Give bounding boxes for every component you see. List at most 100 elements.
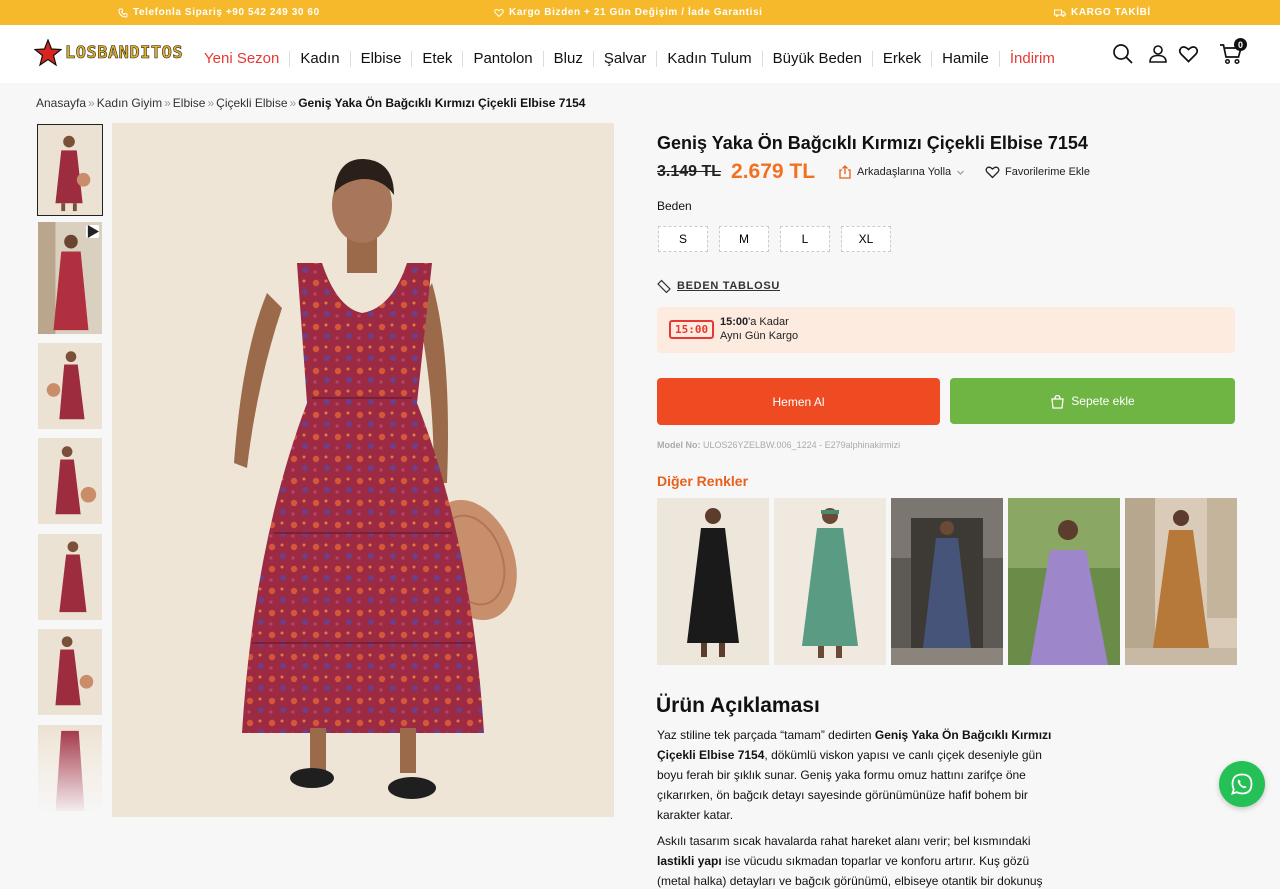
size-chart-label: BEDEN TABLOSU	[677, 280, 781, 292]
size-options: S M L XL	[658, 226, 891, 252]
breadcrumb-item-floral-dress[interactable]: Çiçekli Elbise	[216, 96, 287, 110]
add-to-cart-label: Sepete ekle	[1071, 394, 1135, 408]
nav-item-kadin[interactable]: Kadın	[290, 51, 351, 67]
color-variant-lilac[interactable]	[1008, 498, 1120, 665]
breadcrumb-separator: »	[164, 96, 171, 110]
search-icon[interactable]	[1112, 43, 1134, 70]
color-variant-green[interactable]	[774, 498, 886, 665]
shipping-guarantee-text: Kargo Bizden + 21 Gün Değişim / İade Gar…	[509, 7, 763, 18]
header-actions: 0	[1112, 38, 1247, 70]
description-paragraph-1: Yaz stiline tek parçada “tamam” dedirten…	[657, 725, 1062, 825]
description-bold-text: lastikli yapı	[657, 854, 722, 868]
description-text: Yaz stiline tek parçada “tamam” dedirten	[657, 728, 875, 742]
heart-outline-icon	[494, 8, 504, 17]
nav-item-salvar[interactable]: Şalvar	[594, 51, 658, 67]
share-icon	[839, 165, 851, 179]
color-variant-black[interactable]	[657, 498, 769, 665]
size-option-xl[interactable]: XL	[841, 226, 891, 252]
main-header: LOSBANDITOS Yeni Sezon Kadın Elbise Etek…	[0, 25, 1280, 83]
color-variant-navy[interactable]	[891, 498, 1003, 665]
buy-now-button[interactable]: Hemen Al	[657, 378, 940, 425]
whatsapp-chat-button[interactable]	[1219, 761, 1265, 807]
thumbnail-4[interactable]	[37, 437, 103, 525]
thumbnail-3[interactable]	[37, 342, 103, 430]
add-to-cart-button[interactable]: Sepete ekle	[950, 378, 1235, 424]
breadcrumb-current: Geniş Yaka Ön Bağcıklı Kırmızı Çiçekli E…	[298, 96, 586, 110]
share-label: Arkadaşlarına Yolla	[857, 166, 952, 178]
breadcrumb: Anasayfa» Kadın Giyim» Elbise» Çiçekli Elbi…	[36, 96, 585, 110]
cargo-tracking-text: KARGO TAKİBİ	[1071, 7, 1151, 18]
nav-item-buyuk-beden[interactable]: Büyük Beden	[763, 51, 873, 67]
site-logo[interactable]: LOSBANDITOS	[34, 39, 183, 67]
shopping-bag-icon	[1051, 394, 1065, 409]
top-announcement-bar: Telefonla Sipariş +90 542 249 30 60 Karg…	[0, 0, 1280, 25]
description-paragraph-2: Askılı tasarım sıcak havalarda rahat har…	[657, 831, 1062, 889]
video-play-icon	[86, 225, 99, 238]
chevron-down-icon	[957, 170, 965, 175]
nav-item-erkek[interactable]: Erkek	[873, 51, 933, 67]
size-option-s[interactable]: S	[658, 226, 708, 252]
main-navigation: Yeni Sezon Kadın Elbise Etek Pantolon Bl…	[194, 51, 1065, 67]
clock-time-badge: 15:00	[669, 320, 715, 339]
truck-icon	[1054, 9, 1066, 17]
nav-item-bluz[interactable]: Bluz	[544, 51, 594, 67]
thumbnail-2-video[interactable]	[37, 221, 103, 335]
nav-item-pantolon[interactable]: Pantolon	[463, 51, 544, 67]
same-day-shipping-text: Aynı Gün Kargo	[720, 330, 799, 342]
thumbnail-1[interactable]	[37, 124, 103, 216]
nav-item-indirim[interactable]: İndirim	[1000, 51, 1065, 67]
delivery-cutoff-suffix: 'a Kadar	[748, 316, 789, 328]
delivery-cutoff-time: 15:00	[720, 316, 749, 328]
shipping-guarantee-info: Kargo Bizden + 21 Gün Değişim / İade Gar…	[494, 7, 763, 18]
user-icon[interactable]	[1148, 44, 1168, 69]
color-variant-mustard[interactable]	[1125, 498, 1237, 665]
whatsapp-icon	[1231, 773, 1253, 795]
old-price: 3.149 TL	[657, 163, 722, 180]
same-day-shipping-banner: 15:00 15:00'a Kadar Aynı Gün Kargo	[657, 307, 1235, 353]
size-option-m[interactable]: M	[719, 226, 769, 252]
nav-item-hamile[interactable]: Hamile	[932, 51, 1000, 67]
product-description-heading: Ürün Açıklaması	[656, 694, 820, 717]
model-number-value: ULOS26YZELBW.006_1224 - E279alphinakirmi…	[703, 440, 901, 450]
breadcrumb-item-home[interactable]: Anasayfa	[36, 96, 86, 110]
thumbnail-5[interactable]	[37, 533, 103, 621]
heart-icon	[985, 166, 1000, 179]
size-option-l[interactable]: L	[780, 226, 830, 252]
current-price: 2.679 TL	[731, 160, 816, 183]
model-number-label: Model No:	[657, 440, 701, 450]
thumbnail-6[interactable]	[37, 628, 103, 716]
price-row: 3.149 TL 2.679 TL	[657, 160, 815, 184]
model-number: Model No: ULOS26YZELBW.006_1224 - E279al…	[657, 440, 900, 450]
size-chart-link[interactable]: BEDEN TABLOSU	[657, 279, 780, 293]
product-title: Geniş Yaka Ön Bağcıklı Kırmızı Çiçekli E…	[657, 133, 1088, 153]
heart-icon[interactable]	[1178, 44, 1199, 69]
nav-item-kadin-tulum[interactable]: Kadın Tulum	[657, 51, 763, 67]
phone-order-info[interactable]: Telefonla Sipariş +90 542 249 30 60	[118, 7, 320, 18]
ruler-icon	[657, 279, 671, 293]
logo-text: LOSBANDITOS	[65, 43, 184, 64]
breadcrumb-separator: »	[289, 96, 297, 110]
breadcrumb-item-women[interactable]: Kadın Giyim	[97, 96, 162, 110]
cargo-tracking-link[interactable]: KARGO TAKİBİ	[1054, 7, 1151, 18]
nav-item-etek[interactable]: Etek	[412, 51, 464, 67]
breadcrumb-separator: »	[207, 96, 215, 110]
nav-item-yeni-sezon[interactable]: Yeni Sezon	[194, 51, 291, 67]
star-logo-icon	[34, 39, 62, 67]
breadcrumb-separator: »	[88, 96, 95, 110]
share-with-friends-button[interactable]: Arkadaşlarına Yolla	[838, 165, 965, 179]
phone-order-text: Telefonla Sipariş +90 542 249 30 60	[133, 7, 320, 18]
phone-icon	[118, 8, 128, 18]
add-to-favorites-button[interactable]: Favorilerime Ekle	[985, 165, 1090, 179]
size-label: Beden	[657, 199, 692, 213]
cart-count-badge: 0	[1234, 38, 1247, 51]
favorites-label: Favorilerime Ekle	[1005, 166, 1090, 178]
breadcrumb-item-dress[interactable]: Elbise	[173, 96, 206, 110]
product-description: Yaz stiline tek parçada “tamam” dedirten…	[657, 725, 1062, 889]
buy-now-label: Hemen Al	[772, 394, 825, 409]
cart-icon[interactable]: 0	[1219, 38, 1247, 70]
main-product-image[interactable]	[112, 123, 614, 817]
other-colors-list	[657, 498, 1237, 665]
nav-item-elbise[interactable]: Elbise	[351, 51, 413, 67]
thumbnail-7[interactable]	[37, 724, 103, 812]
description-text: Askılı tasarım sıcak havalarda rahat har…	[657, 834, 1031, 848]
